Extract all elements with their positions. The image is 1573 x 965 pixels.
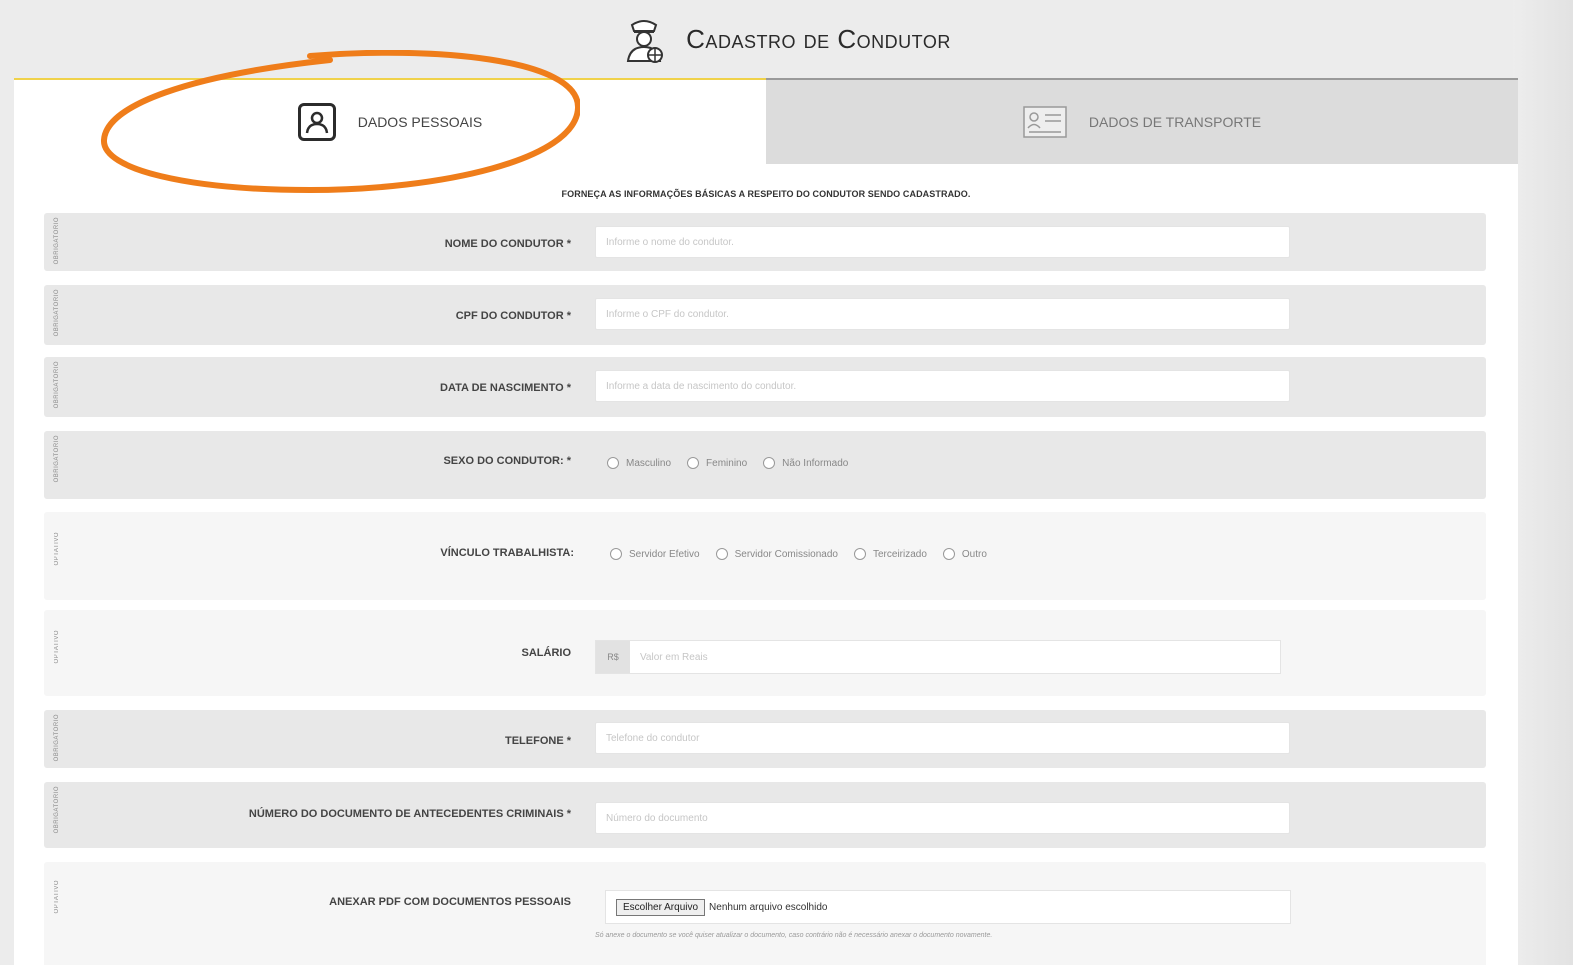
cpf-input[interactable] [595,298,1290,330]
page-title: Cadastro de Condutor [686,23,951,54]
field-label: VÍNCULO TRABALHISTA: [440,547,574,559]
required-tag: OBRIGATÓRIO [54,786,60,834]
tab-dados-pessoais[interactable]: DADOS PESSOAIS [14,80,766,164]
field-label: CPF DO CONDUTOR * [455,310,571,322]
radio-circle-icon[interactable] [715,548,728,560]
vinculo-radio-group: Servidor Efetivo Servidor Comissionado T… [610,548,987,560]
file-hint: Só anexe o documento se você quiser atua… [595,932,993,939]
optional-tag: OPTATIVO [54,880,60,914]
field-label: NÚMERO DO DOCUMENTO DE ANTECEDENTES CRIM… [248,808,571,820]
field-label: NOME DO CONDUTOR * [444,238,571,250]
antecedentes-input[interactable] [595,802,1290,834]
optional-tag: OPTATIVO [54,532,60,566]
radio-terceirizado[interactable]: Terceirizado [853,548,927,560]
optional-tag: OPTATIVO [54,630,60,664]
radio-circle-icon[interactable] [610,548,622,560]
field-row-salario: OPTATIVO SALÁRIO R$ [44,610,1486,696]
id-card-icon [1023,106,1067,138]
page-header: Cadastro de Condutor [0,8,1573,70]
tab-label: DADOS PESSOAIS [357,114,483,130]
currency-addon: R$ [596,641,630,673]
required-tag: OBRIGATÓRIO [54,435,60,483]
field-label: ANEXAR PDF COM DOCUMENTOS PESSOAIS [329,896,571,908]
radio-circle-icon[interactable] [942,548,955,560]
required-tag: OBRIGATÓRIO [54,361,60,409]
radio-nao-informado[interactable]: Não Informado [763,457,848,469]
tab-bar: DADOS PESSOAIS DADOS DE TRANSPORTE [14,78,1518,164]
field-label: SEXO DO CONDUTOR: * [443,455,571,467]
radio-circle-icon[interactable] [763,457,776,469]
radio-outro[interactable]: Outro [942,548,987,560]
radio-masculino[interactable]: Masculino [607,457,671,469]
tab-label: DADOS DE TRANSPORTE [1088,114,1262,130]
telefone-input[interactable] [595,722,1290,754]
background-decoration [1513,0,1573,965]
nascimento-input[interactable] [595,370,1290,402]
file-input: Escolher Arquivo Nenhum arquivo escolhid… [605,890,1291,924]
sexo-radio-group: Masculino Feminino Não Informado [607,457,848,469]
field-row-telefone: OBRIGATÓRIO TELEFONE * [44,710,1486,768]
field-row-antecedentes: OBRIGATÓRIO NÚMERO DO DOCUMENTO DE ANTEC… [44,782,1486,848]
driver-icon [627,20,664,63]
form-card: DADOS PESSOAIS DADOS DE TRANSPORTE FORNE… [14,78,1518,965]
field-row-nome: OBRIGATÓRIO NOME DO CONDUTOR * [44,213,1486,271]
radio-servidor-efetivo[interactable]: Servidor Efetivo [610,548,700,560]
field-row-sexo: OBRIGATÓRIO SEXO DO CONDUTOR: * Masculin… [44,431,1486,499]
radio-circle-icon[interactable] [607,457,619,469]
required-tag: OBRIGATÓRIO [54,289,60,337]
radio-circle-icon[interactable] [687,457,700,469]
file-status: Nenhum arquivo escolhido [709,901,828,913]
salario-input[interactable] [630,641,1280,673]
intro-text: FORNEÇA AS INFORMAÇÕES BÁSICAS A RESPEIT… [561,189,971,199]
user-icon [297,103,336,141]
radio-feminino[interactable]: Feminino [687,457,747,469]
radio-circle-icon[interactable] [853,548,866,560]
field-row-anexo: OPTATIVO ANEXAR PDF COM DOCUMENTOS PESSO… [44,862,1486,965]
radio-servidor-comissionado[interactable]: Servidor Comissionado [715,548,838,560]
field-label: DATA DE NASCIMENTO * [440,382,571,394]
field-label: SALÁRIO [521,647,572,659]
field-row-vinculo: OPTATIVO VÍNCULO TRABALHISTA: Servidor E… [44,512,1486,600]
choose-file-button[interactable]: Escolher Arquivo [616,898,706,916]
salario-input-group: R$ [595,640,1281,674]
field-label: TELEFONE * [504,735,571,747]
required-tag: OBRIGATÓRIO [54,217,60,265]
field-row-cpf: OBRIGATÓRIO CPF DO CONDUTOR * [44,285,1486,345]
field-row-nascimento: OBRIGATÓRIO DATA DE NASCIMENTO * [44,357,1486,417]
tab-dados-transporte[interactable]: DADOS DE TRANSPORTE [766,78,1518,164]
required-tag: OBRIGATÓRIO [54,714,60,762]
nome-input[interactable] [595,226,1290,258]
